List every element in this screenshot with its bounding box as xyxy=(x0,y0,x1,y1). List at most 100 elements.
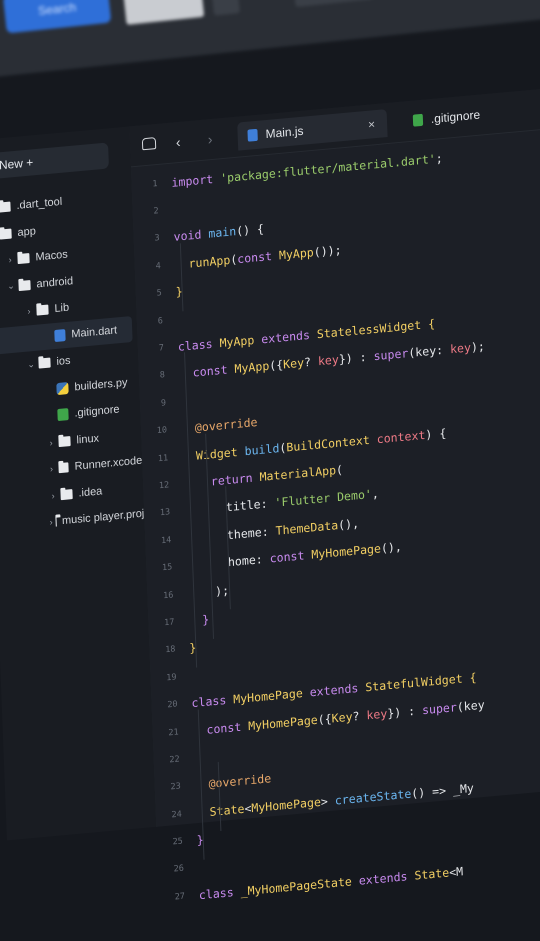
code-token: const xyxy=(269,547,312,566)
code-token: @override xyxy=(194,771,272,793)
git-file-icon xyxy=(412,113,424,127)
code-token: MyHomePage xyxy=(247,712,318,733)
tree-item-label: Main.dart xyxy=(71,324,118,341)
tree-item-label: .gitignore xyxy=(74,403,120,420)
code-text: @override xyxy=(194,772,271,793)
code-token: @override xyxy=(180,415,258,437)
code-token: Key xyxy=(282,355,305,372)
code-text: } xyxy=(188,612,210,629)
line-number: 3 xyxy=(154,233,160,245)
code-token: class xyxy=(191,692,234,711)
line-number: 5 xyxy=(156,288,162,299)
code-token: ? xyxy=(303,354,319,370)
code-token: ); xyxy=(470,339,486,355)
code-token: > xyxy=(320,793,336,809)
folder-icon xyxy=(38,357,51,369)
tab-main-js[interactable]: Main.js × xyxy=(237,109,388,151)
folder-icon xyxy=(18,279,31,291)
code-token: super xyxy=(421,699,458,717)
code-token: { xyxy=(469,670,477,685)
chevron-icon[interactable]: › xyxy=(5,255,14,266)
folder-icon xyxy=(58,435,71,447)
code-token: main xyxy=(208,224,237,242)
line-number: 26 xyxy=(173,863,185,875)
background-window-bar: Search xyxy=(0,0,540,80)
forward-arrow-icon[interactable]: › xyxy=(208,131,213,147)
code-token: MyHomePage xyxy=(251,794,322,815)
code-token: MyApp xyxy=(234,359,270,377)
tree-item-label: .idea xyxy=(78,485,103,500)
folder-icon xyxy=(0,228,12,240)
line-number: 4 xyxy=(155,260,161,272)
chevron-icon[interactable]: › xyxy=(48,490,57,501)
code-token: } xyxy=(188,612,210,629)
code-token: (key xyxy=(456,697,485,714)
folder-icon xyxy=(0,201,11,213)
line-number: 8 xyxy=(159,370,166,382)
code-token: MaterialApp xyxy=(259,463,337,485)
code-token: const xyxy=(178,362,235,382)
code-token: StatefulWidget xyxy=(365,670,470,695)
chevron-icon[interactable]: ⌄ xyxy=(6,281,15,293)
chevron-icon[interactable]: › xyxy=(24,306,33,317)
line-number: 13 xyxy=(159,507,171,519)
line-number: 23 xyxy=(170,781,181,793)
close-icon[interactable]: × xyxy=(368,117,376,132)
chevron-icon[interactable]: › xyxy=(47,464,55,475)
code-text: @override xyxy=(181,415,258,436)
code-token: _MyHomePageState xyxy=(240,873,360,899)
new-button[interactable]: New + xyxy=(0,142,110,181)
code-token: key xyxy=(449,340,472,357)
code-token: ThemeData xyxy=(275,517,339,538)
code-token: 'Flutter Demo' xyxy=(274,487,373,511)
line-number: 27 xyxy=(174,891,186,903)
code-text: void main() { xyxy=(173,222,264,244)
code-token: const xyxy=(236,248,280,267)
folder-icon xyxy=(58,462,69,474)
code-token: ( xyxy=(335,462,344,478)
code-token: State xyxy=(414,865,450,883)
git-file-icon xyxy=(57,408,69,422)
code-area[interactable]: 1 import 'package:flutter/material.dart';… xyxy=(131,125,540,912)
background-panel xyxy=(122,0,205,25)
tab-gitignore[interactable]: .gitignore xyxy=(402,95,540,136)
js-file-icon xyxy=(247,128,258,142)
tab-label: Main.js xyxy=(265,123,304,142)
line-number: 10 xyxy=(156,425,168,437)
ide-window: New + .dart_tool app › Macos ⌄ android › Lib Mai… xyxy=(0,79,540,941)
code-token: key xyxy=(317,352,340,369)
line-number: 17 xyxy=(164,617,175,629)
code-token: createState xyxy=(334,786,412,808)
code-token: MyHomePage xyxy=(311,541,382,562)
line-number: 18 xyxy=(165,644,176,656)
tree-item-label: builders.py xyxy=(74,376,128,394)
code-token: ({ xyxy=(268,357,284,374)
code-token: MyHomePage xyxy=(232,685,310,707)
code-token: ()); xyxy=(313,242,342,260)
code-token: <M xyxy=(448,864,464,880)
code-token: MyApp xyxy=(219,332,262,351)
code-token: theme: xyxy=(184,523,276,546)
back-arrow-icon[interactable]: ‹ xyxy=(176,134,181,150)
search-button[interactable]: Search xyxy=(2,0,112,34)
tree-item-label: .dart_tool xyxy=(16,196,63,213)
line-number: 16 xyxy=(162,589,174,601)
tree-item-label: music player.proj xyxy=(61,507,145,528)
code-token: ) { xyxy=(425,425,447,442)
chevron-icon[interactable]: › xyxy=(49,517,52,527)
chevron-icon[interactable]: ⌄ xyxy=(26,359,35,371)
home-icon[interactable] xyxy=(141,137,157,151)
line-number: 24 xyxy=(171,809,182,821)
code-token: class xyxy=(177,336,220,354)
chevron-icon[interactable]: › xyxy=(46,437,55,448)
line-number: 22 xyxy=(169,754,180,766)
code-token: () => _My xyxy=(410,780,475,801)
code-token: return xyxy=(182,470,260,491)
code-token: BuildContext xyxy=(286,431,377,455)
code-token: Key xyxy=(331,709,353,726)
line-number: 12 xyxy=(158,480,170,492)
tree-item-label: ios xyxy=(56,354,71,369)
code-token: { xyxy=(427,316,436,332)
